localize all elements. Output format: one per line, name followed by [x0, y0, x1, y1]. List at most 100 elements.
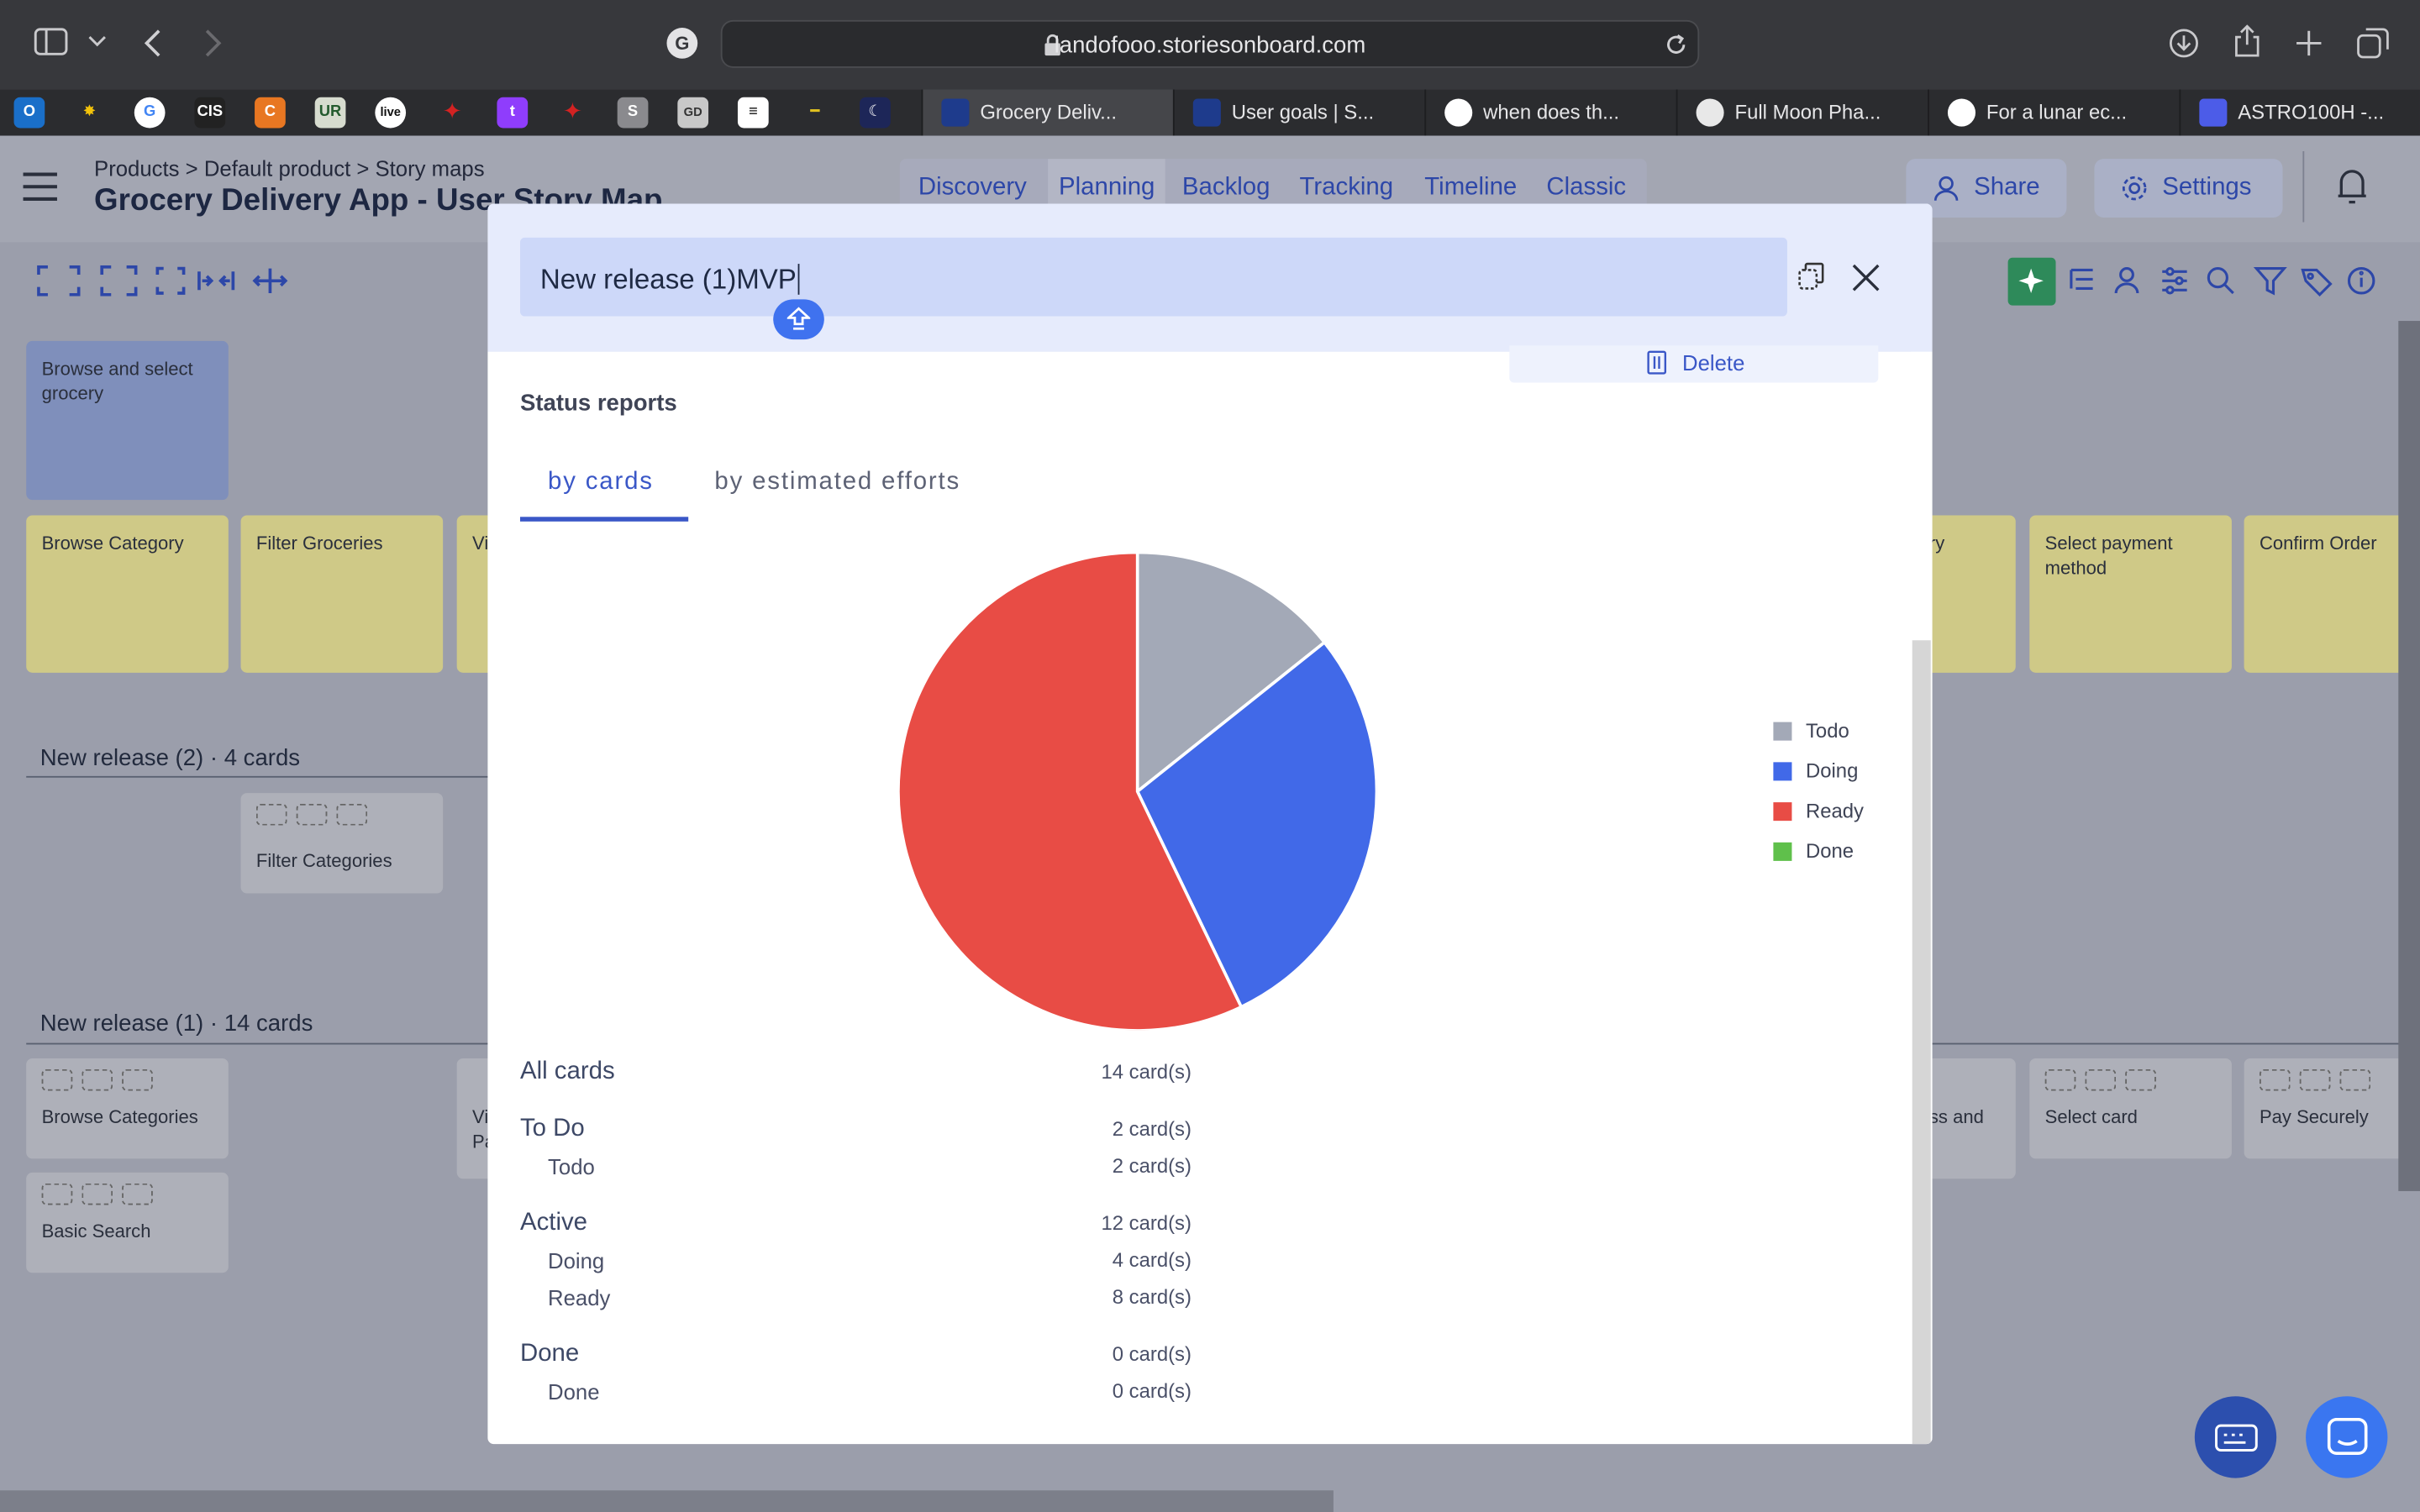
tab-strip: O ✸ G CIS C UR live ✦ t ✦ S GD ≡ ━ ☾ Gro…	[0, 89, 2420, 136]
story-card-label: Pay Securely	[2259, 1105, 2369, 1128]
title-handle-button[interactable]	[773, 299, 824, 340]
pencil-icon[interactable]: ━	[799, 97, 830, 129]
breadcrumb[interactable]: Products > Default product > Story maps	[94, 156, 485, 181]
reload-icon[interactable]	[1664, 33, 1688, 57]
legend-item: Ready	[1773, 799, 1864, 822]
stat-count: 0 card(s)	[1112, 1379, 1192, 1403]
gd-icon[interactable]: GD	[677, 97, 709, 129]
forward-icon[interactable]	[203, 28, 222, 59]
activity-card[interactable]: Browse and select grocery	[26, 340, 229, 501]
grammarly-icon[interactable]: G	[666, 26, 699, 60]
duplicate-icon[interactable]	[1798, 262, 1824, 290]
keyboard-icon	[2215, 1424, 2258, 1452]
stat-todo: Todo	[548, 1153, 595, 1179]
modal-scrollbar-thumb[interactable]	[1912, 640, 1931, 1445]
star-icon[interactable]: ✸	[74, 97, 105, 129]
s-icon[interactable]: S	[617, 97, 649, 129]
release-heading[interactable]: New release (2) · 4 cards	[40, 745, 300, 771]
sparkle-icon	[2018, 268, 2044, 293]
chat-icon	[2327, 1417, 2368, 1456]
live-icon[interactable]: live	[375, 97, 407, 129]
maple-leaf-icon[interactable]: ✦	[557, 97, 588, 129]
zoom-toolbar	[37, 265, 288, 297]
sidebar-toggle-icon[interactable]	[34, 28, 68, 55]
step-card[interactable]: Browse Category	[26, 515, 229, 673]
nav-classic[interactable]: Classic	[1546, 175, 1626, 202]
settings-button[interactable]: Settings	[2094, 159, 2283, 218]
ai-button[interactable]	[2007, 257, 2056, 306]
ur-icon[interactable]: UR	[314, 97, 346, 129]
browser-tab[interactable]: For a lunar ec...	[1928, 89, 2179, 136]
stripes-icon[interactable]: ≡	[737, 97, 769, 129]
browser-tab[interactable]: Full Moon Pha...	[1676, 89, 1928, 136]
release-title-input[interactable]: New release (1)MVP	[519, 237, 1787, 317]
outlook-icon[interactable]: O	[13, 97, 45, 129]
c-icon[interactable]: C	[255, 97, 286, 129]
status-pie-chart	[897, 552, 1377, 1031]
menu-icon[interactable]	[22, 171, 59, 202]
trash-icon	[1647, 350, 1667, 375]
back-icon[interactable]	[144, 28, 162, 59]
stat-active-group: Active	[519, 1209, 588, 1236]
add-user-icon	[1933, 176, 1959, 201]
stat-count: 2 card(s)	[1112, 1116, 1192, 1141]
step-card[interactable]: Confirm Order	[2244, 515, 2420, 673]
bell-icon[interactable]	[2337, 166, 2368, 207]
tab-by-cards[interactable]: by cards	[548, 469, 654, 496]
svg-text:G: G	[675, 33, 689, 54]
download-icon[interactable]	[2169, 28, 2200, 59]
story-card-label: Select card	[2044, 1105, 2138, 1128]
keyboard-shortcuts-button[interactable]	[2194, 1396, 2277, 1478]
browser-tab[interactable]: Grocery Deliv...	[921, 89, 1173, 136]
twitch-icon[interactable]: t	[497, 97, 529, 129]
legend-label: Doing	[1805, 759, 1859, 783]
tab-overview-icon[interactable]	[2357, 28, 2390, 59]
chevron-down-icon[interactable]	[88, 35, 107, 48]
legend-item: Doing	[1773, 759, 1859, 783]
legend-label: Todo	[1805, 718, 1849, 743]
close-icon[interactable]	[1852, 264, 1880, 291]
delete-label: Delete	[1682, 349, 1745, 375]
tab-label: Grocery Deliv...	[980, 100, 1118, 123]
release-heading[interactable]: New release (1) · 14 cards	[40, 1011, 313, 1037]
nav-discovery[interactable]: Discovery	[918, 175, 1027, 202]
legend-label: Done	[1805, 839, 1854, 863]
canvas-scrollbar[interactable]	[2398, 321, 2420, 1191]
stat-count: 2 card(s)	[1112, 1153, 1192, 1178]
tab-by-estimated-efforts[interactable]: by estimated efforts	[714, 469, 960, 496]
legend-swatch	[1773, 722, 1792, 741]
stat-count: 14 card(s)	[1101, 1059, 1192, 1084]
address-bar[interactable]: landofooo.storiesonboard.com	[720, 19, 1700, 68]
canvas-hscrollbar[interactable]	[0, 1490, 1334, 1512]
nav-timeline[interactable]: Timeline	[1424, 175, 1517, 202]
tab-label: User goals | S...	[1231, 100, 1375, 123]
divider	[2302, 150, 2305, 223]
upload-icon	[786, 307, 811, 330]
step-card[interactable]: Filter Groceries	[240, 515, 444, 673]
gear-icon	[2122, 176, 2147, 201]
nav-tracking[interactable]: Tracking	[1300, 175, 1394, 202]
maple-leaf-icon[interactable]: ✦	[437, 97, 468, 129]
nav-backlog[interactable]: Backlog	[1182, 175, 1270, 202]
stat-count: 12 card(s)	[1101, 1210, 1192, 1235]
browser-tab[interactable]: when does th...	[1424, 89, 1676, 136]
moon-icon[interactable]: ☾	[860, 97, 891, 129]
browser-tab[interactable]: User goals | S...	[1172, 89, 1424, 136]
browser-tab[interactable]: ASTRO100H -...	[2179, 89, 2420, 136]
stat-doing: Doing	[548, 1247, 605, 1273]
google-icon[interactable]: G	[134, 97, 166, 129]
chat-button[interactable]	[2306, 1396, 2388, 1478]
active-tab-indicator	[519, 517, 689, 522]
stat-todo-group: To Do	[519, 1115, 585, 1142]
stat-count: 8 card(s)	[1112, 1284, 1192, 1309]
cis-icon[interactable]: CIS	[194, 97, 226, 129]
legend-swatch	[1773, 762, 1792, 781]
new-tab-icon[interactable]	[2295, 29, 2323, 57]
tab-label: ASTRO100H -...	[2238, 100, 2385, 123]
share-page-icon[interactable]	[2233, 24, 2261, 58]
step-card[interactable]: Select payment method	[2029, 515, 2232, 673]
card-icons	[41, 1068, 153, 1091]
stat-ready: Ready	[548, 1284, 611, 1310]
delete-button[interactable]: Delete	[1509, 345, 1879, 383]
release-modal: New release (1)MVP Delete Status reports…	[487, 203, 1933, 1445]
